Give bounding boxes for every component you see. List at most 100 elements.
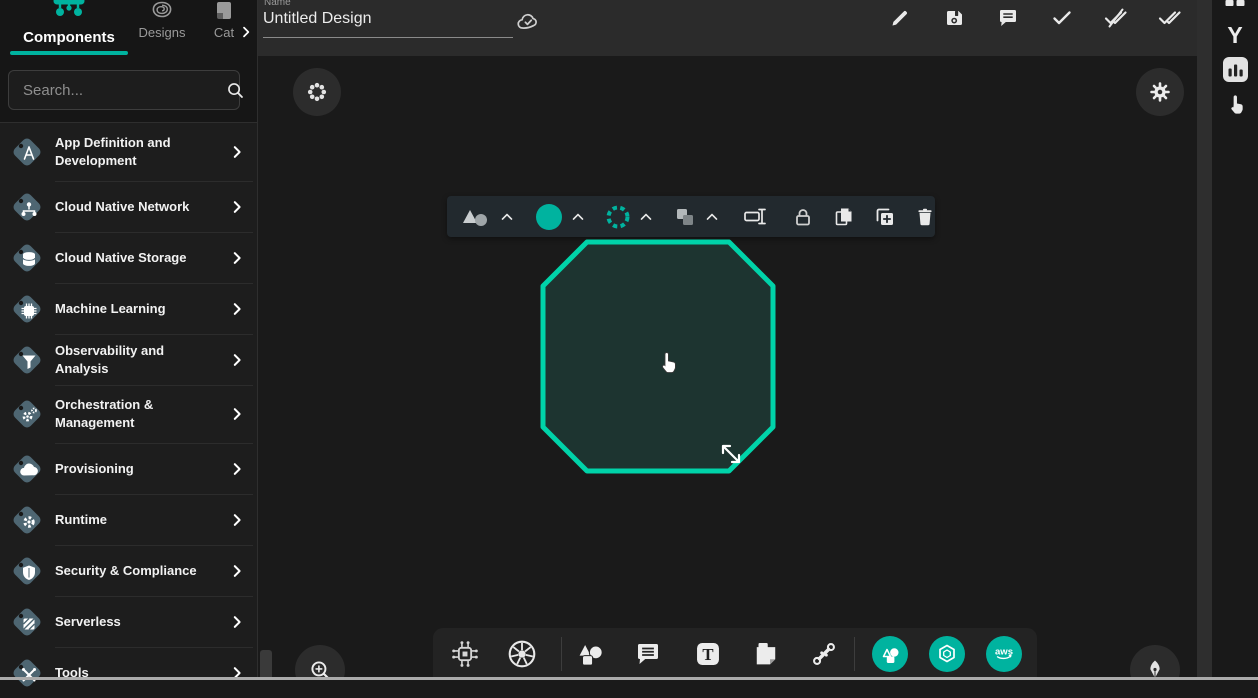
deploy-double-check-icon	[1157, 6, 1183, 30]
yaml-toggle-icon: Y	[1227, 22, 1242, 49]
group-shapes-button[interactable]	[673, 205, 697, 229]
check-icon	[1050, 6, 1074, 30]
sidebar-item-machine-learning[interactable]: Machine Learning	[0, 283, 257, 334]
search-icon[interactable]	[224, 79, 246, 101]
canvas-left-scroll-stub[interactable]	[260, 650, 272, 677]
sidebar-item-cloud-native-network[interactable]: Cloud Native Network	[0, 181, 257, 232]
shapes-menu-icon	[459, 204, 491, 230]
lock-button[interactable]	[791, 205, 815, 229]
tabs-scroll-right-icon[interactable]	[238, 24, 254, 40]
add-to-design-icon	[873, 205, 897, 229]
vertical-scrollbar[interactable]	[1197, 0, 1212, 680]
shapes-icon	[575, 639, 607, 669]
sidebar-item-serverless[interactable]: Serverless	[0, 596, 257, 647]
sidebar-item-tools[interactable]: Tools	[0, 647, 257, 698]
interaction-mode-button[interactable]	[1212, 91, 1258, 118]
chart-panel-button[interactable]	[1212, 56, 1258, 83]
aws-library-button[interactable]: aws	[986, 636, 1022, 672]
circuit-tool-button[interactable]	[449, 638, 481, 670]
undeploy-button[interactable]	[1103, 5, 1129, 31]
tab-catalog-label: Cat	[206, 25, 242, 40]
sidebar-item-app-definition[interactable]: App Definition and Development	[0, 123, 257, 181]
search-box	[8, 70, 240, 110]
serverless-icon	[8, 603, 46, 641]
delete-button[interactable]	[914, 205, 936, 229]
app-definition-icon	[8, 133, 46, 171]
design-canvas[interactable]: T	[258, 56, 1197, 680]
machine-learning-icon	[8, 290, 46, 328]
chevron-right-icon	[228, 198, 246, 216]
group-shapes-expand[interactable]	[703, 208, 721, 226]
design-name-input[interactable]: Untitled Design	[263, 10, 513, 38]
panel-columns-button[interactable]	[1212, 0, 1258, 7]
save-button[interactable]	[941, 5, 967, 31]
stroke-style-dashed-circle-icon	[605, 204, 631, 230]
chevron-right-icon	[228, 351, 246, 369]
canvas-settings-button[interactable]	[1136, 68, 1184, 116]
hexagon-library-button[interactable]	[929, 636, 965, 672]
shapes-tool-button[interactable]	[575, 639, 607, 669]
chevron-right-icon	[228, 562, 246, 580]
chevron-right-icon	[228, 511, 246, 529]
name-field-label: Name	[264, 0, 291, 8]
yaml-toggle-button[interactable]: Y	[1212, 22, 1258, 49]
chevron-right-icon	[228, 460, 246, 478]
dock-divider	[561, 637, 562, 671]
circuit-icon	[449, 638, 481, 670]
search-input[interactable]	[21, 81, 224, 100]
chevron-right-icon	[228, 143, 246, 161]
kubernetes-icon	[505, 637, 539, 671]
shapes-library-button[interactable]	[872, 636, 908, 672]
recenter-button[interactable]	[293, 68, 341, 116]
comment-icon	[996, 6, 1020, 30]
shapes-menu-button[interactable]	[459, 204, 491, 230]
tab-components[interactable]: Components	[10, 0, 128, 55]
resize-width-icon	[742, 204, 768, 229]
design-header: Name Untitled Design	[258, 0, 1197, 56]
tab-designs[interactable]: Designs	[134, 0, 190, 40]
comment-tool-button[interactable]	[633, 639, 663, 669]
text-tool-button[interactable]: T	[693, 639, 723, 669]
edge-tool-button[interactable]	[809, 639, 839, 669]
sidebar-item-runtime[interactable]: Runtime	[0, 494, 257, 545]
components-sidebar: Components Designs Cat	[0, 0, 258, 680]
resize-handle-icon[interactable]	[718, 441, 744, 467]
interaction-hand-icon	[1223, 91, 1248, 118]
storage-icon	[8, 239, 46, 277]
comment-button[interactable]	[995, 5, 1021, 31]
zoom-in-button[interactable]	[295, 645, 345, 680]
edit-button[interactable]	[887, 5, 913, 31]
chevron-up-icon	[703, 208, 721, 226]
fill-color-button[interactable]	[535, 203, 563, 231]
shapes-menu-expand[interactable]	[498, 208, 516, 226]
runtime-icon	[8, 501, 46, 539]
pen-tool-button[interactable]	[1130, 645, 1180, 680]
deploy-button[interactable]	[1157, 5, 1183, 31]
fill-color-expand[interactable]	[569, 208, 587, 226]
orchestration-icon	[8, 395, 46, 433]
resize-width-button[interactable]	[742, 204, 768, 229]
sidebar-item-orchestration[interactable]: Orchestration & Management	[0, 385, 257, 443]
components-icon	[10, 0, 128, 22]
sidebar-item-cloud-native-storage[interactable]: Cloud Native Storage	[0, 232, 257, 283]
sidebar-item-provisioning[interactable]: Provisioning	[0, 443, 257, 494]
stroke-style-expand[interactable]	[637, 208, 655, 226]
category-list: App Definition and Development Cloud Nat…	[0, 122, 257, 680]
edit-icon	[888, 6, 912, 30]
kubernetes-tool-button[interactable]	[505, 637, 539, 671]
validate-button[interactable]	[1049, 5, 1075, 31]
header-action-bar	[887, 5, 1183, 31]
aws-library-icon: aws	[986, 636, 1022, 672]
sidebar-item-security[interactable]: Security & Compliance	[0, 545, 257, 596]
stroke-style-button[interactable]	[605, 204, 631, 230]
shapes-library-icon	[872, 636, 908, 672]
add-to-design-button[interactable]	[873, 205, 897, 229]
duplicate-button[interactable]	[832, 205, 856, 229]
panel-columns-icon	[1223, 0, 1247, 7]
sidebar-tabs: Components Designs Cat	[0, 0, 258, 56]
svg-text:T: T	[702, 645, 713, 664]
sidebar-item-observability[interactable]: Observability and Analysis	[0, 334, 257, 385]
tab-catalog[interactable]: Cat	[206, 0, 242, 40]
note-tool-button[interactable]	[751, 639, 781, 669]
tools-icon	[8, 654, 46, 692]
